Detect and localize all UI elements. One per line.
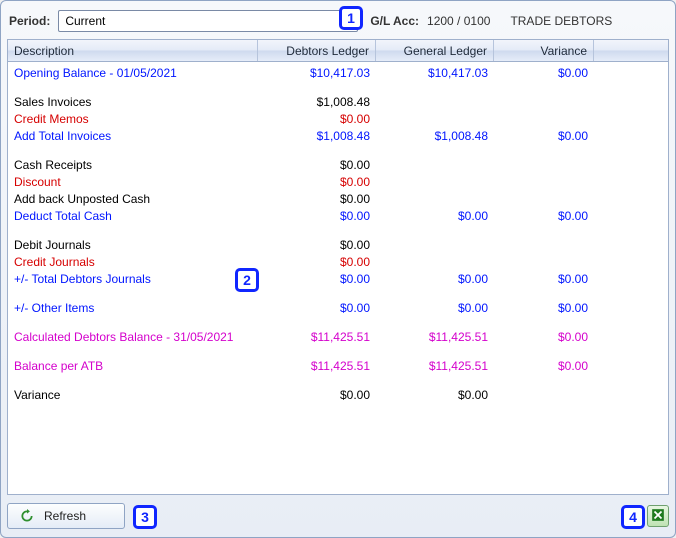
col-description[interactable]: Description: [8, 40, 258, 61]
cell-debtors-ledger: $0.00: [258, 175, 376, 189]
cell-variance: $0.00: [494, 272, 594, 286]
cell-debtors-ledger: $0.00: [258, 192, 376, 206]
spacer-row: [8, 81, 668, 93]
refresh-button-label: Refresh: [44, 509, 86, 523]
table-row[interactable]: Add Total Invoices$1,008.48$1,008.48$0.0…: [8, 127, 668, 144]
glacc-label: G/L Acc:: [370, 14, 419, 28]
excel-icon: [651, 508, 665, 525]
cell-general-ledger: $0.00: [376, 388, 494, 402]
table-row[interactable]: Cash Receipts$0.00: [8, 156, 668, 173]
top-bar: Period: G/L Acc: 1200 / 0100 TRADE DEBTO…: [7, 7, 669, 35]
col-filler: [594, 40, 668, 61]
cell-description: +/- Total Debtors Journals: [8, 272, 258, 286]
cell-debtors-ledger: $1,008.48: [258, 129, 376, 143]
cell-description: Add Total Invoices: [8, 129, 258, 143]
table-row[interactable]: Balance per ATB$11,425.51$11,425.51$0.00: [8, 357, 668, 374]
cell-general-ledger: $0.00: [376, 301, 494, 315]
cell-description: +/- Other Items: [8, 301, 258, 315]
spacer-row: [8, 144, 668, 156]
glacc-value: 1200 / 0100: [427, 14, 490, 28]
cell-general-ledger: $0.00: [376, 209, 494, 223]
cell-general-ledger: $11,425.51: [376, 359, 494, 373]
table-row[interactable]: +/- Other Items$0.00$0.00$0.00: [8, 299, 668, 316]
cell-description: Calculated Debtors Balance - 31/05/2021: [8, 330, 258, 344]
cell-debtors-ledger: $11,425.51: [258, 359, 376, 373]
cell-variance: $0.00: [494, 129, 594, 143]
col-debtors-ledger[interactable]: Debtors Ledger: [258, 40, 376, 61]
cell-description: Discount: [8, 175, 258, 189]
spacer-row: [8, 316, 668, 328]
refresh-button[interactable]: Refresh: [7, 503, 125, 529]
cell-debtors-ledger: $0.00: [258, 209, 376, 223]
cell-description: Variance: [8, 388, 258, 402]
cell-description: Credit Memos: [8, 112, 258, 126]
refresh-icon: [20, 509, 34, 523]
cell-description: Cash Receipts: [8, 158, 258, 172]
table-row[interactable]: Deduct Total Cash$0.00$0.00$0.00: [8, 207, 668, 224]
cell-description: Debit Journals: [8, 238, 258, 252]
cell-general-ledger: $1,008.48: [376, 129, 494, 143]
cell-description: Credit Journals: [8, 255, 258, 269]
table-row[interactable]: Credit Journals$0.00: [8, 253, 668, 270]
period-select[interactable]: [58, 10, 358, 32]
cell-description: Add back Unposted Cash: [8, 192, 258, 206]
table-row[interactable]: Debit Journals$0.00: [8, 236, 668, 253]
cell-description: Balance per ATB: [8, 359, 258, 373]
table-row[interactable]: Discount$0.00: [8, 173, 668, 190]
grid-body: Opening Balance - 01/05/2021$10,417.03$1…: [8, 62, 668, 494]
grid-header: Description Debtors Ledger General Ledge…: [8, 40, 668, 62]
table-row[interactable]: Calculated Debtors Balance - 31/05/2021$…: [8, 328, 668, 345]
cell-debtors-ledger: $10,417.03: [258, 66, 376, 80]
cell-variance: $0.00: [494, 66, 594, 80]
table-row[interactable]: Variance$0.00$0.00: [8, 386, 668, 403]
spacer-row: [8, 224, 668, 236]
cell-debtors-ledger: $0.00: [258, 388, 376, 402]
cell-debtors-ledger: $0.00: [258, 301, 376, 315]
export-excel-button[interactable]: [647, 505, 669, 527]
cell-debtors-ledger: $11,425.51: [258, 330, 376, 344]
cell-debtors-ledger: $0.00: [258, 112, 376, 126]
cell-general-ledger: $0.00: [376, 272, 494, 286]
cell-description: Sales Invoices: [8, 95, 258, 109]
period-label: Period:: [9, 14, 52, 28]
table-row[interactable]: +/- Total Debtors Journals$0.00$0.00$0.0…: [8, 270, 668, 287]
data-grid: Description Debtors Ledger General Ledge…: [7, 39, 669, 495]
cell-debtors-ledger: $0.00: [258, 255, 376, 269]
table-row[interactable]: Sales Invoices$1,008.48: [8, 93, 668, 110]
table-row[interactable]: Add back Unposted Cash$0.00: [8, 190, 668, 207]
table-row[interactable]: Credit Memos$0.00: [8, 110, 668, 127]
spacer-row: [8, 287, 668, 299]
cell-variance: $0.00: [494, 359, 594, 373]
cell-description: Deduct Total Cash: [8, 209, 258, 223]
cell-variance: $0.00: [494, 330, 594, 344]
spacer-row: [8, 345, 668, 357]
table-row[interactable]: Opening Balance - 01/05/2021$10,417.03$1…: [8, 64, 668, 81]
panel: Period: G/L Acc: 1200 / 0100 TRADE DEBTO…: [0, 0, 676, 538]
cell-general-ledger: $10,417.03: [376, 66, 494, 80]
cell-debtors-ledger: $0.00: [258, 272, 376, 286]
cell-general-ledger: $11,425.51: [376, 330, 494, 344]
cell-debtors-ledger: $1,008.48: [258, 95, 376, 109]
col-general-ledger[interactable]: General Ledger: [376, 40, 494, 61]
col-variance[interactable]: Variance: [494, 40, 594, 61]
cell-variance: $0.00: [494, 209, 594, 223]
cell-variance: $0.00: [494, 301, 594, 315]
bottom-bar: Refresh: [7, 501, 669, 531]
glacc-desc: TRADE DEBTORS: [510, 14, 612, 28]
period-select-wrap: [58, 10, 358, 32]
spacer-row: [8, 374, 668, 386]
cell-description: Opening Balance - 01/05/2021: [8, 66, 258, 80]
cell-debtors-ledger: $0.00: [258, 158, 376, 172]
cell-debtors-ledger: $0.00: [258, 238, 376, 252]
